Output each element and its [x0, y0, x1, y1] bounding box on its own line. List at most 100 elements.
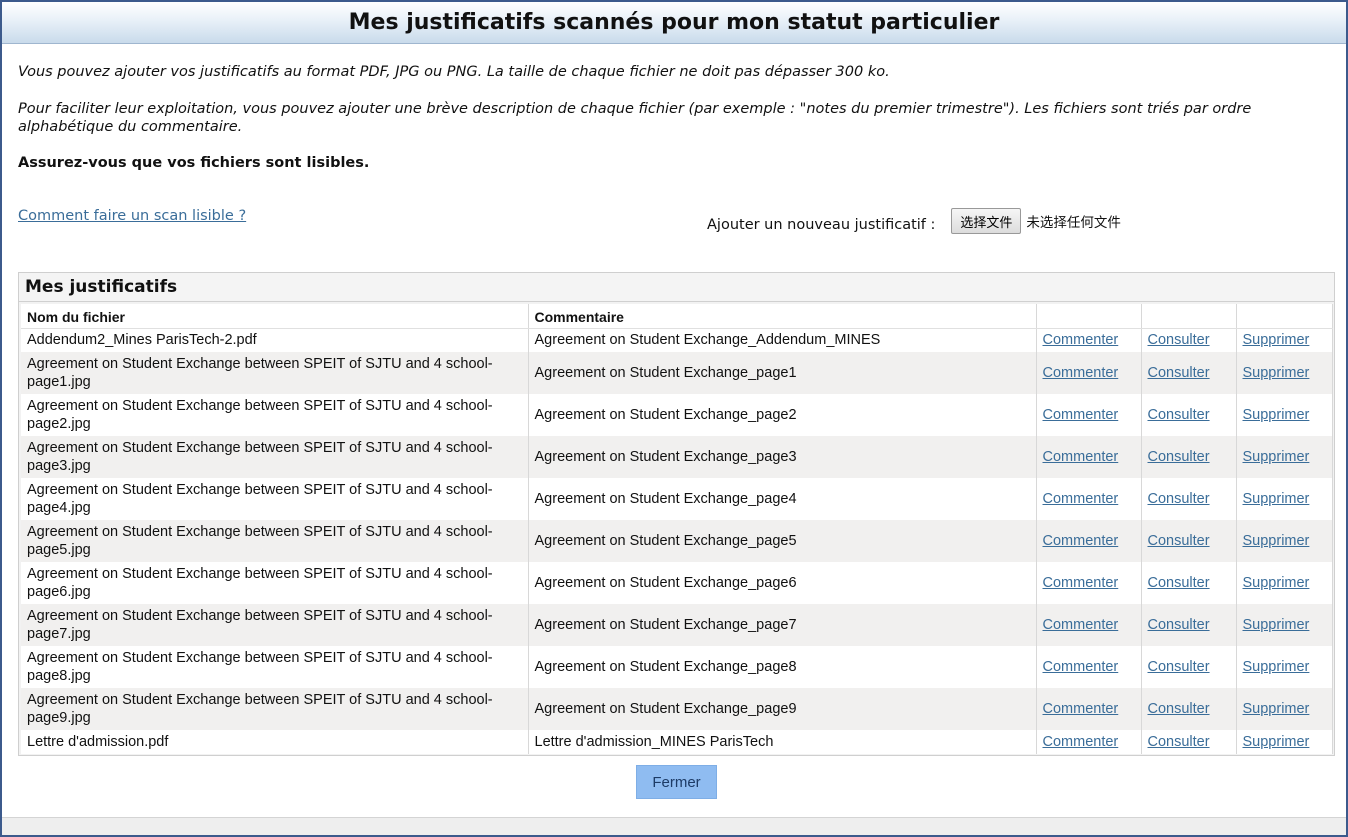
table-row: Agreement on Student Exchange between SP…: [21, 394, 1333, 436]
action-cell: Supprimer: [1236, 688, 1333, 730]
delete-link[interactable]: Supprimer: [1243, 449, 1310, 465]
delete-link[interactable]: Supprimer: [1243, 734, 1310, 750]
file-name-cell: Agreement on Student Exchange between SP…: [21, 604, 529, 646]
view-link[interactable]: Consulter: [1148, 575, 1210, 591]
comment-link[interactable]: Commenter: [1043, 734, 1119, 750]
comment-cell: Agreement on Student Exchange_Addendum_M…: [528, 328, 1037, 352]
file-name-cell: Agreement on Student Exchange between SP…: [21, 646, 529, 688]
action-cell: Commenter: [1036, 436, 1142, 478]
table-row: Agreement on Student Exchange between SP…: [21, 604, 1333, 646]
comment-link[interactable]: Commenter: [1043, 407, 1119, 423]
footer-bar: [2, 817, 1346, 835]
delete-link[interactable]: Supprimer: [1243, 332, 1310, 348]
delete-link[interactable]: Supprimer: [1243, 575, 1310, 591]
delete-link[interactable]: Supprimer: [1243, 617, 1310, 633]
action-cell: Commenter: [1036, 328, 1142, 352]
delete-link[interactable]: Supprimer: [1243, 659, 1310, 675]
table-row: Addendum2_Mines ParisTech-2.pdf Agreement…: [21, 328, 1333, 352]
file-name-cell: Agreement on Student Exchange between SP…: [21, 436, 529, 478]
delete-link[interactable]: Supprimer: [1243, 491, 1310, 507]
delete-link[interactable]: Supprimer: [1243, 365, 1310, 381]
action-cell: Consulter: [1141, 352, 1237, 394]
table-header-row: Nom du fichier Commentaire: [21, 304, 1333, 329]
files-table: Nom du fichier Commentaire Addendum2_Min…: [21, 304, 1333, 754]
action-cell: Consulter: [1141, 604, 1237, 646]
action-cell: Supprimer: [1236, 604, 1333, 646]
intro-line-readable: Assurez-vous que vos fichiers sont lisib…: [18, 155, 370, 171]
view-link[interactable]: Consulter: [1148, 365, 1210, 381]
column-header-comment: Commentaire: [528, 304, 1037, 329]
action-cell: Consulter: [1141, 436, 1237, 478]
table-row: Agreement on Student Exchange between SP…: [21, 646, 1333, 688]
delete-link[interactable]: Supprimer: [1243, 407, 1310, 423]
action-cell: Consulter: [1141, 478, 1237, 520]
comment-cell: Agreement on Student Exchange_page8: [528, 646, 1037, 688]
comment-cell: Agreement on Student Exchange_page4: [528, 478, 1037, 520]
column-header-comment-action: [1036, 304, 1142, 329]
table-row: Agreement on Student Exchange between SP…: [21, 352, 1333, 394]
action-cell: Commenter: [1036, 520, 1142, 562]
view-link[interactable]: Consulter: [1148, 491, 1210, 507]
file-name-cell: Agreement on Student Exchange between SP…: [21, 352, 529, 394]
action-cell: Supprimer: [1236, 646, 1333, 688]
view-link[interactable]: Consulter: [1148, 734, 1210, 750]
comment-cell: Agreement on Student Exchange_page2: [528, 394, 1037, 436]
intro-line-formats: Vous pouvez ajouter vos justificatifs au…: [18, 64, 890, 80]
action-cell: Consulter: [1141, 688, 1237, 730]
action-cell: Supprimer: [1236, 352, 1333, 394]
action-cell: Supprimer: [1236, 394, 1333, 436]
justificatifs-panel: Mes justificatifs Nom du fichier Comment…: [18, 272, 1335, 756]
delete-link[interactable]: Supprimer: [1243, 701, 1310, 717]
action-cell: Commenter: [1036, 352, 1142, 394]
comment-link[interactable]: Commenter: [1043, 617, 1119, 633]
comment-cell: Agreement on Student Exchange_page9: [528, 688, 1037, 730]
action-cell: Commenter: [1036, 688, 1142, 730]
comment-link[interactable]: Commenter: [1043, 332, 1119, 348]
scan-help-link[interactable]: Comment faire un scan lisible ?: [18, 208, 246, 224]
comment-cell: Agreement on Student Exchange_page5: [528, 520, 1037, 562]
comment-cell: Agreement on Student Exchange_page1: [528, 352, 1037, 394]
action-cell: Consulter: [1141, 646, 1237, 688]
action-cell: Supprimer: [1236, 520, 1333, 562]
comment-cell: Agreement on Student Exchange_page6: [528, 562, 1037, 604]
view-link[interactable]: Consulter: [1148, 701, 1210, 717]
table-row: Agreement on Student Exchange between SP…: [21, 688, 1333, 730]
dialog-title: Mes justificatifs scannés pour mon statu…: [2, 2, 1346, 44]
view-link[interactable]: Consulter: [1148, 332, 1210, 348]
comment-link[interactable]: Commenter: [1043, 491, 1119, 507]
action-cell: Consulter: [1141, 730, 1237, 754]
comment-link[interactable]: Commenter: [1043, 701, 1119, 717]
action-cell: Supprimer: [1236, 328, 1333, 352]
action-cell: Consulter: [1141, 328, 1237, 352]
action-cell: Supprimer: [1236, 478, 1333, 520]
column-header-view-action: [1141, 304, 1237, 329]
view-link[interactable]: Consulter: [1148, 407, 1210, 423]
view-link[interactable]: Consulter: [1148, 617, 1210, 633]
file-name-cell: Agreement on Student Exchange between SP…: [21, 394, 529, 436]
view-link[interactable]: Consulter: [1148, 659, 1210, 675]
action-cell: Commenter: [1036, 562, 1142, 604]
comment-link[interactable]: Commenter: [1043, 575, 1119, 591]
comment-cell: Agreement on Student Exchange_page3: [528, 436, 1037, 478]
action-cell: Commenter: [1036, 730, 1142, 754]
column-header-delete-action: [1236, 304, 1333, 329]
table-row: Agreement on Student Exchange between SP…: [21, 478, 1333, 520]
close-button[interactable]: Fermer: [636, 765, 717, 799]
action-cell: Commenter: [1036, 478, 1142, 520]
action-cell: Supprimer: [1236, 730, 1333, 754]
table-row: Agreement on Student Exchange between SP…: [21, 520, 1333, 562]
table-row: Agreement on Student Exchange between SP…: [21, 562, 1333, 604]
file-name-cell: Agreement on Student Exchange between SP…: [21, 478, 529, 520]
file-name-cell: Agreement on Student Exchange between SP…: [21, 562, 529, 604]
comment-link[interactable]: Commenter: [1043, 659, 1119, 675]
comment-link[interactable]: Commenter: [1043, 533, 1119, 549]
comment-link[interactable]: Commenter: [1043, 449, 1119, 465]
intro-line-description: Pour faciliter leur exploitation, vous p…: [18, 101, 1252, 135]
view-link[interactable]: Consulter: [1148, 533, 1210, 549]
choose-file-button[interactable]: 选择文件: [951, 208, 1022, 234]
delete-link[interactable]: Supprimer: [1243, 533, 1310, 549]
action-cell: Commenter: [1036, 604, 1142, 646]
file-name-cell: Agreement on Student Exchange between SP…: [21, 520, 529, 562]
comment-link[interactable]: Commenter: [1043, 365, 1119, 381]
view-link[interactable]: Consulter: [1148, 449, 1210, 465]
